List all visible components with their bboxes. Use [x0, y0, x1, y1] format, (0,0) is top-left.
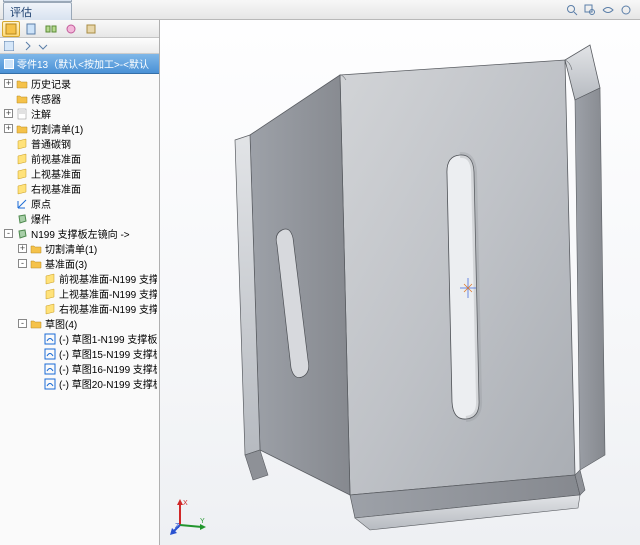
plane-icon	[16, 183, 28, 195]
tree-label: (-) 草图20-N199 支撑板	[59, 376, 157, 391]
search-icon[interactable]	[565, 3, 579, 17]
tree-node[interactable]: (-) 草图20-N199 支撑板	[0, 376, 159, 391]
part-title-label: 零件13（默认<按加工>-<默认	[17, 56, 149, 71]
plane-icon	[16, 153, 28, 165]
tree-label: N199 支撑板左镜向 ->	[31, 226, 130, 241]
tree-label: 右视基准面	[31, 181, 81, 196]
feature-manager-tab[interactable]	[2, 21, 20, 37]
tree-node[interactable]: + 注解	[0, 106, 159, 121]
model-geometry	[160, 20, 640, 545]
tree-label: 原点	[31, 196, 51, 211]
part-icon	[4, 59, 14, 69]
folder-icon	[30, 258, 42, 270]
tree-toggle[interactable]: +	[4, 124, 13, 133]
axis-z-label: Z	[175, 523, 180, 530]
sketch-icon	[44, 363, 56, 375]
tree-node[interactable]: (-) 草图16-N199 支撑板	[0, 361, 159, 376]
tree-toggle[interactable]: +	[4, 79, 13, 88]
rollback-icon[interactable]	[20, 40, 32, 52]
tree-node[interactable]: 右视基准面-N199 支撑板	[0, 301, 159, 316]
tree-node[interactable]: - N199 支撑板左镜向 ->	[0, 226, 159, 241]
config-manager-tab[interactable]	[42, 21, 60, 37]
orientation-triad[interactable]: X Y Z	[170, 495, 210, 535]
expand-icon[interactable]	[37, 40, 49, 52]
tree-node[interactable]: 前视基准面	[0, 151, 159, 166]
manager-tabs	[0, 20, 159, 38]
tree-node[interactable]: + 切割清单(1)	[0, 241, 159, 256]
zoom-area-icon[interactable]	[583, 3, 597, 17]
graphics-viewport[interactable]: X Y Z	[160, 20, 640, 545]
tree-label: 右视基准面-N199 支撑板	[59, 301, 157, 316]
tree-node[interactable]: (-) 草图15-N199 支撑板	[0, 346, 159, 361]
plane-icon	[44, 288, 56, 300]
tree-label: (-) 草图15-N199 支撑板	[59, 346, 157, 361]
tree-label: 历史记录	[31, 76, 71, 91]
tree-node[interactable]: 爆件	[0, 211, 159, 226]
tree-toggle[interactable]: -	[4, 229, 13, 238]
axis-x-label: X	[183, 500, 188, 507]
tree-node[interactable]: + 切割清单(1)	[0, 121, 159, 136]
note-icon	[16, 108, 28, 120]
tree-label: (-) 草图16-N199 支撑板	[59, 361, 157, 376]
tree-node[interactable]: 右视基准面	[0, 181, 159, 196]
filter-features-icon[interactable]	[3, 40, 15, 52]
sketch-icon	[44, 348, 56, 360]
part-root-node[interactable]: 零件13（默认<按加工>-<默认	[0, 54, 159, 74]
folder-icon	[30, 243, 42, 255]
sketch-icon	[44, 333, 56, 345]
filter-bar	[0, 38, 159, 54]
tree-node[interactable]: 原点	[0, 196, 159, 211]
tree-label: 爆件	[31, 211, 51, 226]
toolbar-tab[interactable]: 评估	[3, 2, 72, 22]
tree-label: 切割清单(1)	[45, 241, 97, 256]
tree-node[interactable]: - 草图(4)	[0, 316, 159, 331]
folder-icon	[16, 78, 28, 90]
plane-icon	[16, 168, 28, 180]
menu-bar: 饭图模具工具直接编辑评估DimXpert渲染工具办公室产品	[0, 0, 640, 20]
appearance-icon[interactable]	[619, 3, 633, 17]
tree-toggle[interactable]: +	[4, 109, 13, 118]
tree-label: 注解	[31, 106, 51, 121]
tree-label: 上视基准面	[31, 166, 81, 181]
tree-label: 切割清单(1)	[31, 121, 83, 136]
plane-icon	[44, 273, 56, 285]
display-manager-tab[interactable]	[82, 21, 100, 37]
tree-label: 传感器	[31, 91, 61, 106]
tree-label: 草图(4)	[45, 316, 77, 331]
tree-node[interactable]: 传感器	[0, 91, 159, 106]
body-icon	[16, 228, 28, 240]
body-icon	[16, 213, 28, 225]
origin-icon	[16, 198, 28, 210]
tree-toggle[interactable]: -	[18, 259, 27, 268]
tree-toggle[interactable]: +	[18, 244, 27, 253]
tree-label: 基准面(3)	[45, 256, 87, 271]
tree-node[interactable]: + 历史记录	[0, 76, 159, 91]
feature-tree[interactable]: +历史记录传感器+注解+切割清单(1)普通碳钢前视基准面上视基准面右视基准面原点…	[0, 74, 159, 545]
dimxpert-manager-tab[interactable]	[62, 21, 80, 37]
feature-manager-panel: 零件13（默认<按加工>-<默认 +历史记录传感器+注解+切割清单(1)普通碳钢…	[0, 20, 160, 545]
tree-node[interactable]: 前视基准面-N199 支撑板	[0, 271, 159, 286]
tree-node[interactable]: 普通碳钢	[0, 136, 159, 151]
axis-y-label: Y	[200, 518, 205, 525]
folder-icon	[30, 318, 42, 330]
tree-label: 上视基准面-N199 支撑板	[59, 286, 157, 301]
tree-node[interactable]: (-) 草图1-N199 支撑板	[0, 331, 159, 346]
tree-node[interactable]: 上视基准面-N199 支撑板	[0, 286, 159, 301]
tree-node[interactable]: - 基准面(3)	[0, 256, 159, 271]
plane-icon	[16, 138, 28, 150]
tree-node[interactable]: 上视基准面	[0, 166, 159, 181]
tree-label: 前视基准面-N199 支撑板	[59, 271, 157, 286]
folder-icon	[16, 93, 28, 105]
tree-label: 前视基准面	[31, 151, 81, 166]
tree-toggle[interactable]: -	[18, 319, 27, 328]
sketch-icon	[44, 378, 56, 390]
folder-icon	[16, 123, 28, 135]
view-icon[interactable]	[601, 3, 615, 17]
property-manager-tab[interactable]	[22, 21, 40, 37]
plane-icon	[44, 303, 56, 315]
tree-label: 普通碳钢	[31, 136, 71, 151]
tree-label: (-) 草图1-N199 支撑板	[59, 331, 157, 346]
